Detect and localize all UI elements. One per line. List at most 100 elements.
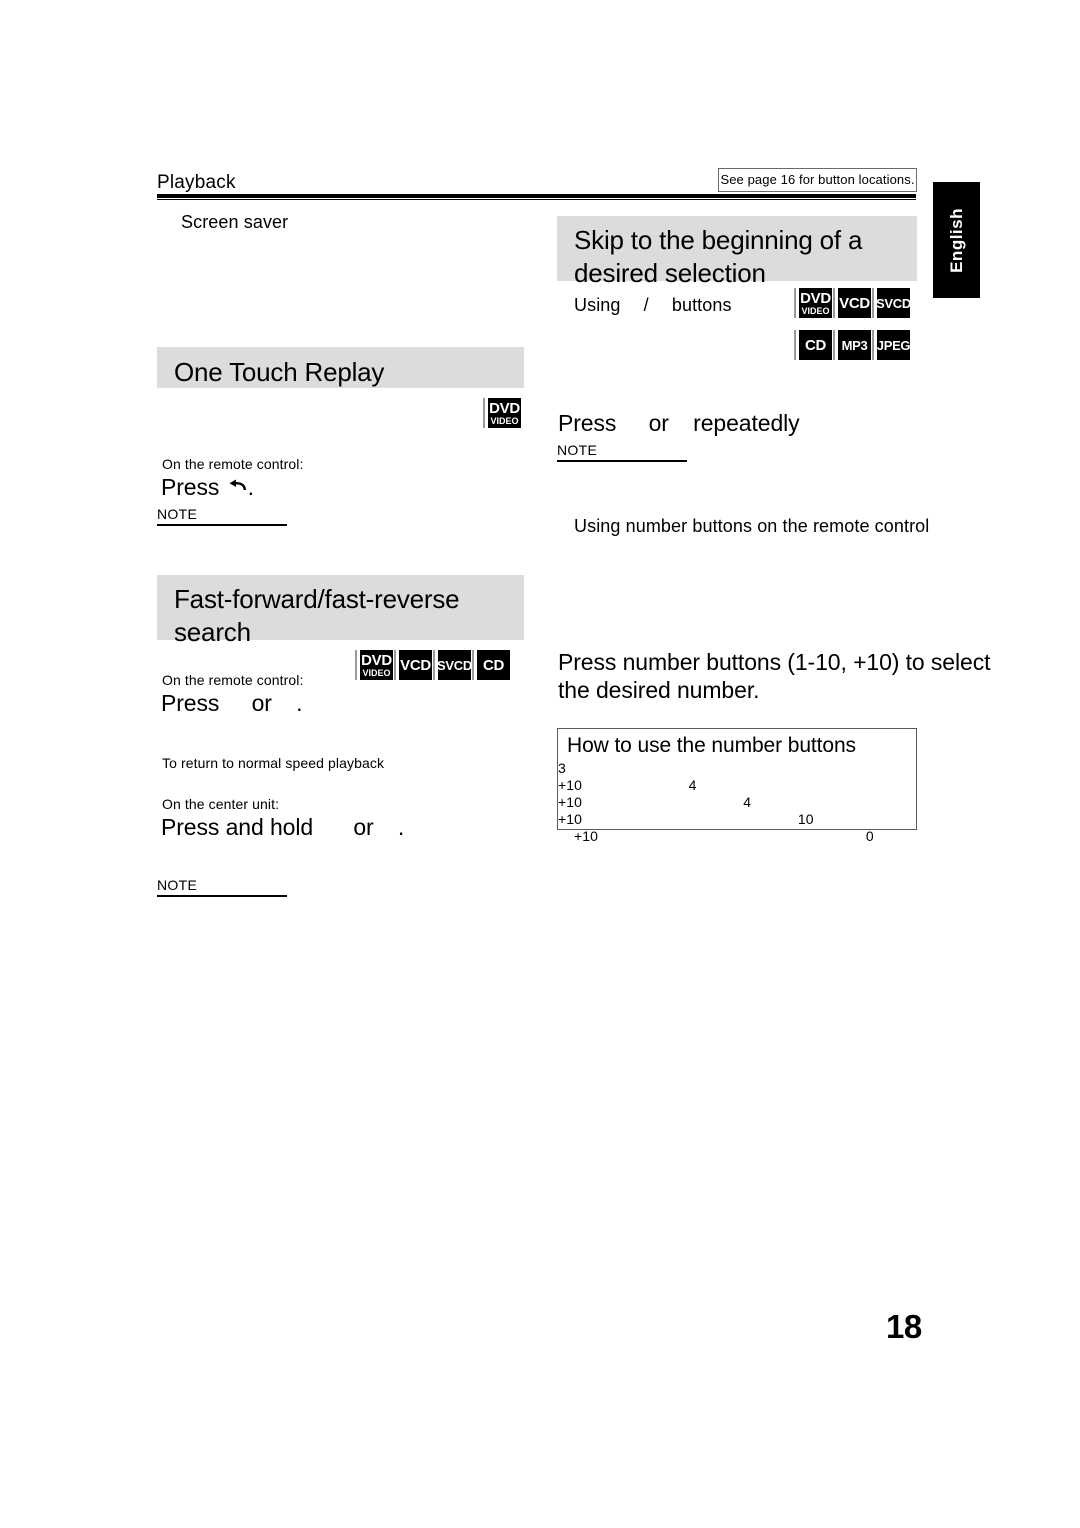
howto-cell-d — [798, 760, 866, 777]
note-underline — [157, 524, 287, 526]
skip-subhead-slash: / — [643, 295, 649, 315]
howto-cell-e — [866, 811, 916, 828]
section-heading-fast-search-line1: Fast-forward/fast-reverse — [174, 584, 460, 614]
howto-cell-a: +10 — [558, 777, 583, 793]
header-rule-thin — [157, 199, 916, 200]
skip-instruction-press: Press or repeatedly — [558, 410, 800, 437]
fast-search-instruction-remote: Press or . — [161, 690, 303, 717]
howto-cell-d — [798, 794, 866, 811]
note-one-touch-replay: NOTE — [157, 506, 287, 526]
fast-search-instruction-center-verb: Press and hold — [161, 814, 314, 840]
badge-jpeg-main: JPEG — [876, 337, 911, 353]
badge-cd: CD — [474, 650, 510, 680]
badge-dvd-video-main: DVD — [361, 651, 392, 669]
howto-cell-e — [866, 777, 916, 794]
fast-search-lead-remote: On the remote control: — [162, 672, 304, 688]
fast-search-instruction-remote-verb: Press — [161, 690, 220, 716]
replay-arrow-icon — [226, 476, 248, 494]
badge-svcd-main: SVCD — [876, 295, 911, 311]
badge-dvd-video-sub: VIDEO — [490, 415, 519, 426]
badge-cd-main: CD — [482, 656, 505, 674]
howto-table: 3 +10 4 +10 4 +10 10 +10 0 — [558, 760, 916, 845]
note-label: NOTE — [557, 442, 598, 458]
howto-cell-a: +10 — [574, 828, 599, 844]
table-row: 3 — [558, 760, 916, 777]
note-label: NOTE — [157, 506, 198, 522]
badge-vcd-main: VCD — [839, 294, 870, 312]
badge-dvd-video: DVD VIDEO — [796, 288, 832, 318]
badge-dvd-video-main: DVD — [489, 399, 520, 417]
badge-row-fast-search: DVD VIDEO VCD SVCD CD — [357, 650, 510, 680]
badge-mp3-main: MP3 — [841, 337, 868, 353]
fast-search-instruction-center: Press and hold or . — [161, 814, 404, 841]
howto-cell-c — [743, 828, 798, 845]
screen-saver-label: Screen saver — [181, 212, 289, 232]
badge-dvd-video-sub: VIDEO — [362, 667, 391, 678]
note-label: NOTE — [157, 877, 198, 893]
skip-instruction-or: or — [648, 410, 669, 436]
badge-svcd: SVCD — [435, 650, 472, 680]
fast-search-lead-center: On the center unit: — [162, 796, 280, 812]
howto-cell-b — [689, 811, 744, 828]
skip-subhead-number-buttons: Using number buttons on the remote contr… — [574, 516, 930, 536]
fast-search-instruction-remote-period: . — [296, 690, 303, 716]
howto-cell-e — [866, 760, 916, 777]
badge-row-skip-dvd: DVD VIDEO — [485, 398, 521, 428]
one-touch-replay-instruction: Press . — [161, 474, 254, 501]
section-heading-fast-search: Fast-forward/fast-reverse search — [157, 575, 524, 647]
badge-mp3: MP3 — [835, 330, 871, 360]
section-heading-skip-line1: Skip to the beginning of a — [574, 225, 863, 255]
table-row: +10 0 — [558, 828, 916, 845]
howto-cell-d: 10 — [797, 811, 814, 827]
section-heading-skip-line2: desired selection — [574, 258, 766, 288]
header-rule-thick — [157, 194, 916, 198]
table-row: +10 4 — [558, 777, 916, 794]
skip-instruction-verb: Press — [558, 410, 617, 436]
badge-dvd-video: DVD VIDEO — [357, 650, 393, 680]
one-touch-replay-lead: On the remote control: — [162, 456, 304, 472]
badge-row-skip-1: DVD VIDEO VCD SVCD — [796, 288, 911, 318]
section-heading-one-touch-replay: One Touch Replay — [157, 347, 524, 388]
fast-search-return-normal: To return to normal speed playback — [162, 755, 385, 771]
badge-vcd: VCD — [835, 288, 871, 318]
fast-search-instruction-remote-or: or — [251, 690, 272, 716]
badge-cd: CD — [796, 330, 832, 360]
note-fast-search: NOTE — [157, 877, 287, 897]
table-row: +10 4 — [558, 794, 916, 811]
note-skip: NOTE — [557, 442, 687, 462]
badge-dvd-video-main: DVD — [800, 289, 831, 307]
section-heading-skip: Skip to the beginning of a desired selec… — [557, 216, 917, 288]
howto-cell-c — [743, 760, 798, 777]
howto-cell-d — [798, 777, 866, 794]
one-touch-replay-instruction-verb: Press — [161, 474, 220, 500]
howto-number-buttons-box: How to use the number buttons 3 +10 4 +1… — [557, 728, 917, 844]
language-tab: English — [933, 182, 980, 298]
badge-row-skip-2: CD MP3 JPEG — [796, 330, 911, 360]
badge-vcd-main: VCD — [400, 656, 431, 674]
table-row: +10 10 — [558, 811, 916, 828]
badge-vcd: VCD — [396, 650, 432, 680]
note-underline — [157, 895, 287, 897]
howto-cell-a: +10 — [558, 811, 583, 827]
skip-instruction-repeatedly: repeatedly — [693, 410, 800, 436]
manual-page: Playback See page 16 for button location… — [0, 0, 1080, 1528]
skip-number-instruction: Press number buttons (1-10, +10) to sele… — [558, 648, 990, 704]
note-underline — [557, 460, 687, 462]
language-tab-label: English — [946, 207, 966, 273]
howto-cell-d — [798, 828, 866, 845]
howto-cell-c — [743, 811, 798, 828]
running-head: Playback — [157, 172, 236, 193]
howto-cell-c: 4 — [743, 794, 752, 810]
badge-jpeg: JPEG — [874, 330, 911, 360]
section-heading-one-touch-replay-text: One Touch Replay — [174, 357, 385, 387]
badge-svcd-main: SVCD — [437, 657, 472, 673]
skip-number-instruction-line1: Press number buttons (1-10, +10) to sele… — [558, 649, 991, 675]
skip-subhead-buttons: Using / buttons — [574, 295, 732, 316]
section-heading-fast-search-line2: search — [174, 617, 251, 647]
howto-cell-c — [743, 777, 798, 794]
howto-title: How to use the number buttons — [567, 734, 856, 757]
badge-dvd-video: DVD VIDEO — [485, 398, 521, 428]
howto-cell-e: 0 — [865, 828, 874, 844]
badge-svcd: SVCD — [874, 288, 911, 318]
fast-search-instruction-center-or: or — [353, 814, 374, 840]
